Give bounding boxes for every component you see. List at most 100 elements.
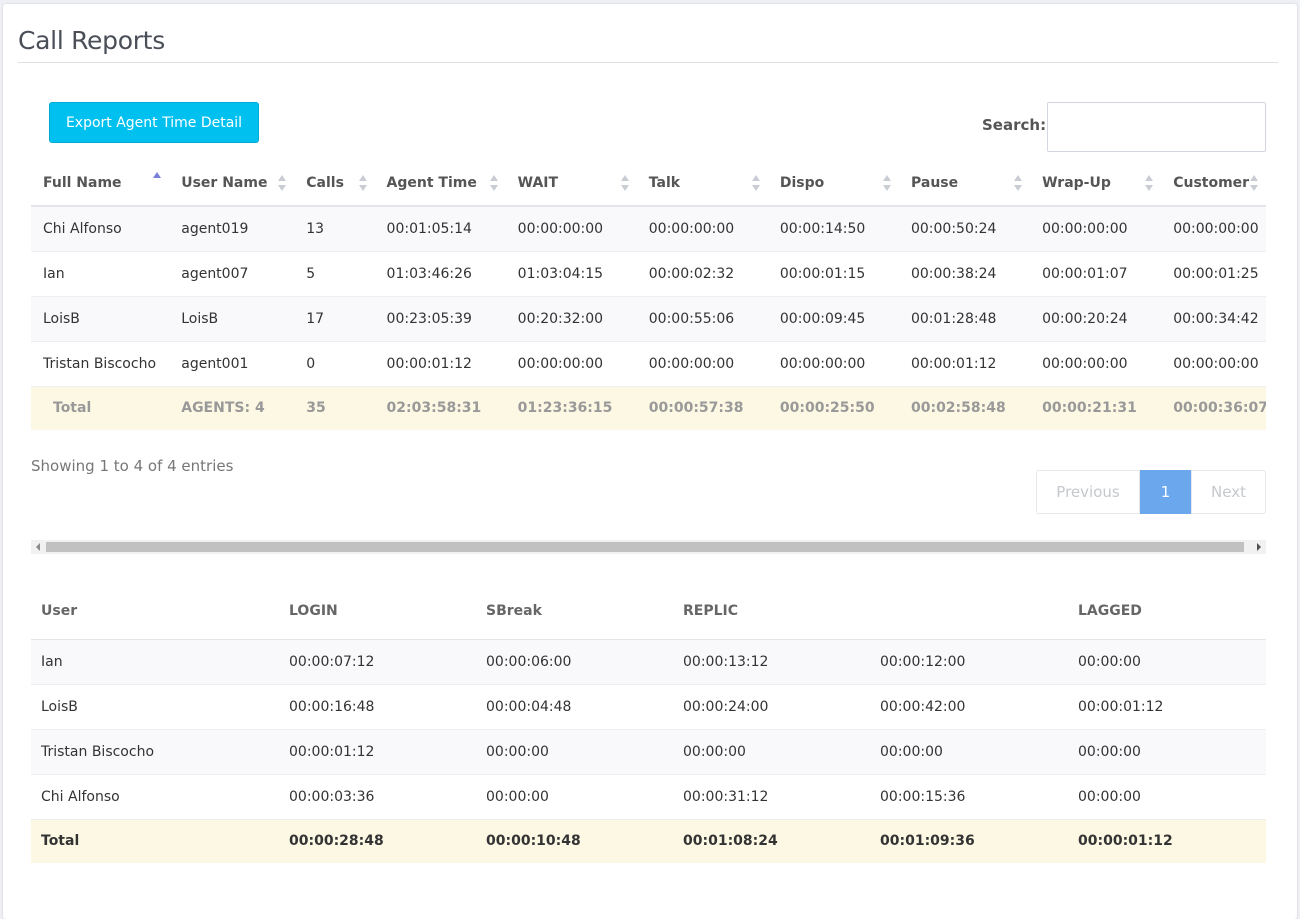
search-label: Search: xyxy=(982,116,1047,134)
total-unnamed: 00:01:09:36 xyxy=(870,818,1068,863)
export-agent-time-detail-button[interactable]: Export Agent Time Detail xyxy=(49,102,259,143)
horizontal-scrollbar[interactable] xyxy=(31,540,1266,554)
column-label: Customer xyxy=(1173,174,1250,191)
column-label: Calls xyxy=(306,174,344,191)
sort-both-icon xyxy=(278,174,287,191)
cell-lagged: 00:00:00 xyxy=(1068,773,1266,819)
previous-page-button[interactable]: Previous xyxy=(1036,470,1140,514)
cell-full-name: LoisB xyxy=(31,295,170,341)
cell-dispo: 00:00:09:45 xyxy=(767,295,899,341)
cell-user-name: agent007 xyxy=(169,250,295,296)
status-table-header-row: User LOGIN SBreak REPLIC LAGGED xyxy=(31,584,1266,640)
cell-login: 00:00:03:36 xyxy=(279,773,476,819)
cell-user-name: LoisB xyxy=(169,295,295,341)
col-header-customer[interactable]: Customer xyxy=(1161,160,1266,207)
cell-pause: 00:00:50:24 xyxy=(898,205,1031,251)
cell-pause: 00:01:28:48 xyxy=(898,295,1031,341)
cell-user: Ian xyxy=(31,638,279,684)
total-dispo: 00:00:25:50 xyxy=(767,385,899,430)
cell-agent-time: 00:01:05:14 xyxy=(374,205,506,251)
cell-user-name: agent019 xyxy=(169,205,295,251)
cell-talk: 00:00:00:00 xyxy=(636,205,768,251)
total-sbreak: 00:00:10:48 xyxy=(476,818,673,863)
cell-calls: 5 xyxy=(294,250,375,296)
col-header-wrap-up[interactable]: Wrap-Up xyxy=(1030,160,1162,207)
sort-both-icon xyxy=(1014,174,1023,191)
cell-pause: 00:00:01:12 xyxy=(898,340,1031,386)
col-header-dispo[interactable]: Dispo xyxy=(767,160,899,207)
total-replic: 00:01:08:24 xyxy=(673,818,870,863)
col-header-talk[interactable]: Talk xyxy=(636,160,768,207)
page-1-button[interactable]: 1 xyxy=(1140,470,1191,514)
column-label: Talk xyxy=(648,174,681,191)
sort-both-icon xyxy=(1250,174,1258,191)
agent-status-table: User LOGIN SBreak REPLIC LAGGED Ian 00:0… xyxy=(31,584,1266,863)
scrollbar-thumb[interactable] xyxy=(46,542,1244,552)
column-label: Pause xyxy=(910,174,959,191)
column-label: Full Name xyxy=(43,174,122,191)
scroll-left-icon[interactable] xyxy=(36,543,40,551)
cell-dispo: 00:00:01:15 xyxy=(767,250,899,296)
col-header-sbreak: SBreak xyxy=(476,584,673,640)
cell-login: 00:00:16:48 xyxy=(279,683,476,729)
column-label: Wrap-Up xyxy=(1042,174,1111,191)
cell-lagged: 00:00:00 xyxy=(1068,728,1266,774)
col-header-agent-time[interactable]: Agent Time xyxy=(374,160,506,207)
cell-wait: 00:20:32:00 xyxy=(505,295,637,341)
table-row: Tristan Biscocho agent001 0 00:00:01:12 … xyxy=(31,340,1266,386)
cell-calls: 13 xyxy=(294,205,375,251)
scroll-right-icon[interactable] xyxy=(1257,543,1261,551)
col-header-user-name[interactable]: User Name xyxy=(169,160,295,207)
total-label: Total xyxy=(31,818,279,863)
cell-sbreak: 00:00:00 xyxy=(476,728,673,774)
cell-talk: 00:00:00:00 xyxy=(636,340,768,386)
col-header-user: User xyxy=(31,584,279,640)
cell-sbreak: 00:00:00 xyxy=(476,773,673,819)
entries-info: Showing 1 to 4 of 4 entries xyxy=(31,457,234,475)
cell-agent-time: 00:00:01:12 xyxy=(374,340,506,386)
cell-unnamed: 00:00:12:00 xyxy=(870,638,1068,684)
table-row: Chi Alfonso agent019 13 00:01:05:14 00:0… xyxy=(31,205,1266,251)
sort-both-icon xyxy=(489,174,498,191)
cell-pause: 00:00:38:24 xyxy=(898,250,1031,296)
cell-talk: 00:00:02:32 xyxy=(636,250,768,296)
title-divider xyxy=(18,62,1278,63)
total-talk: 00:00:57:38 xyxy=(636,385,768,430)
sort-both-icon xyxy=(620,174,629,191)
cell-agent-time: 00:23:05:39 xyxy=(374,295,506,341)
next-page-button[interactable]: Next xyxy=(1191,470,1266,514)
col-header-login: LOGIN xyxy=(279,584,476,640)
cell-user: LoisB xyxy=(31,683,279,729)
col-header-wait[interactable]: WAIT xyxy=(505,160,637,207)
column-label: WAIT xyxy=(517,174,559,191)
cell-dispo: 00:00:00:00 xyxy=(767,340,899,386)
cell-wait: 01:03:04:15 xyxy=(505,250,637,296)
total-lagged: 00:00:01:12 xyxy=(1068,818,1266,863)
col-header-full-name[interactable]: Full Name xyxy=(31,160,170,207)
cell-lagged: 00:00:01:12 xyxy=(1068,683,1266,729)
col-header-pause[interactable]: Pause xyxy=(898,160,1031,207)
cell-calls: 0 xyxy=(294,340,375,386)
column-label: User Name xyxy=(181,174,268,191)
cell-unnamed: 00:00:00 xyxy=(870,728,1068,774)
column-label: Agent Time xyxy=(386,174,477,191)
cell-user: Chi Alfonso xyxy=(31,773,279,819)
cell-replic: 00:00:13:12 xyxy=(673,638,870,684)
cell-user: Tristan Biscocho xyxy=(31,728,279,774)
total-wait: 01:23:36:15 xyxy=(505,385,637,430)
total-wrap-up: 00:00:21:31 xyxy=(1030,385,1162,430)
sort-ascending-icon xyxy=(153,172,162,188)
sort-both-icon xyxy=(751,174,760,191)
cell-replic: 00:00:24:00 xyxy=(673,683,870,729)
cell-wrap-up: 00:00:20:24 xyxy=(1030,295,1162,341)
cell-customer: 00:00:01:25 xyxy=(1161,250,1266,296)
column-label: Dispo xyxy=(779,174,825,191)
cell-wait: 00:00:00:00 xyxy=(505,340,637,386)
total-agents: AGENTS: 4 xyxy=(169,385,295,430)
search-input[interactable] xyxy=(1047,102,1266,152)
cell-agent-time: 01:03:46:26 xyxy=(374,250,506,296)
table-row: Ian agent007 5 01:03:46:26 01:03:04:15 0… xyxy=(31,250,1266,296)
col-header-calls[interactable]: Calls xyxy=(294,160,375,207)
cell-user-name: agent001 xyxy=(169,340,295,386)
total-customer: 00:00:36:07 xyxy=(1161,385,1266,430)
